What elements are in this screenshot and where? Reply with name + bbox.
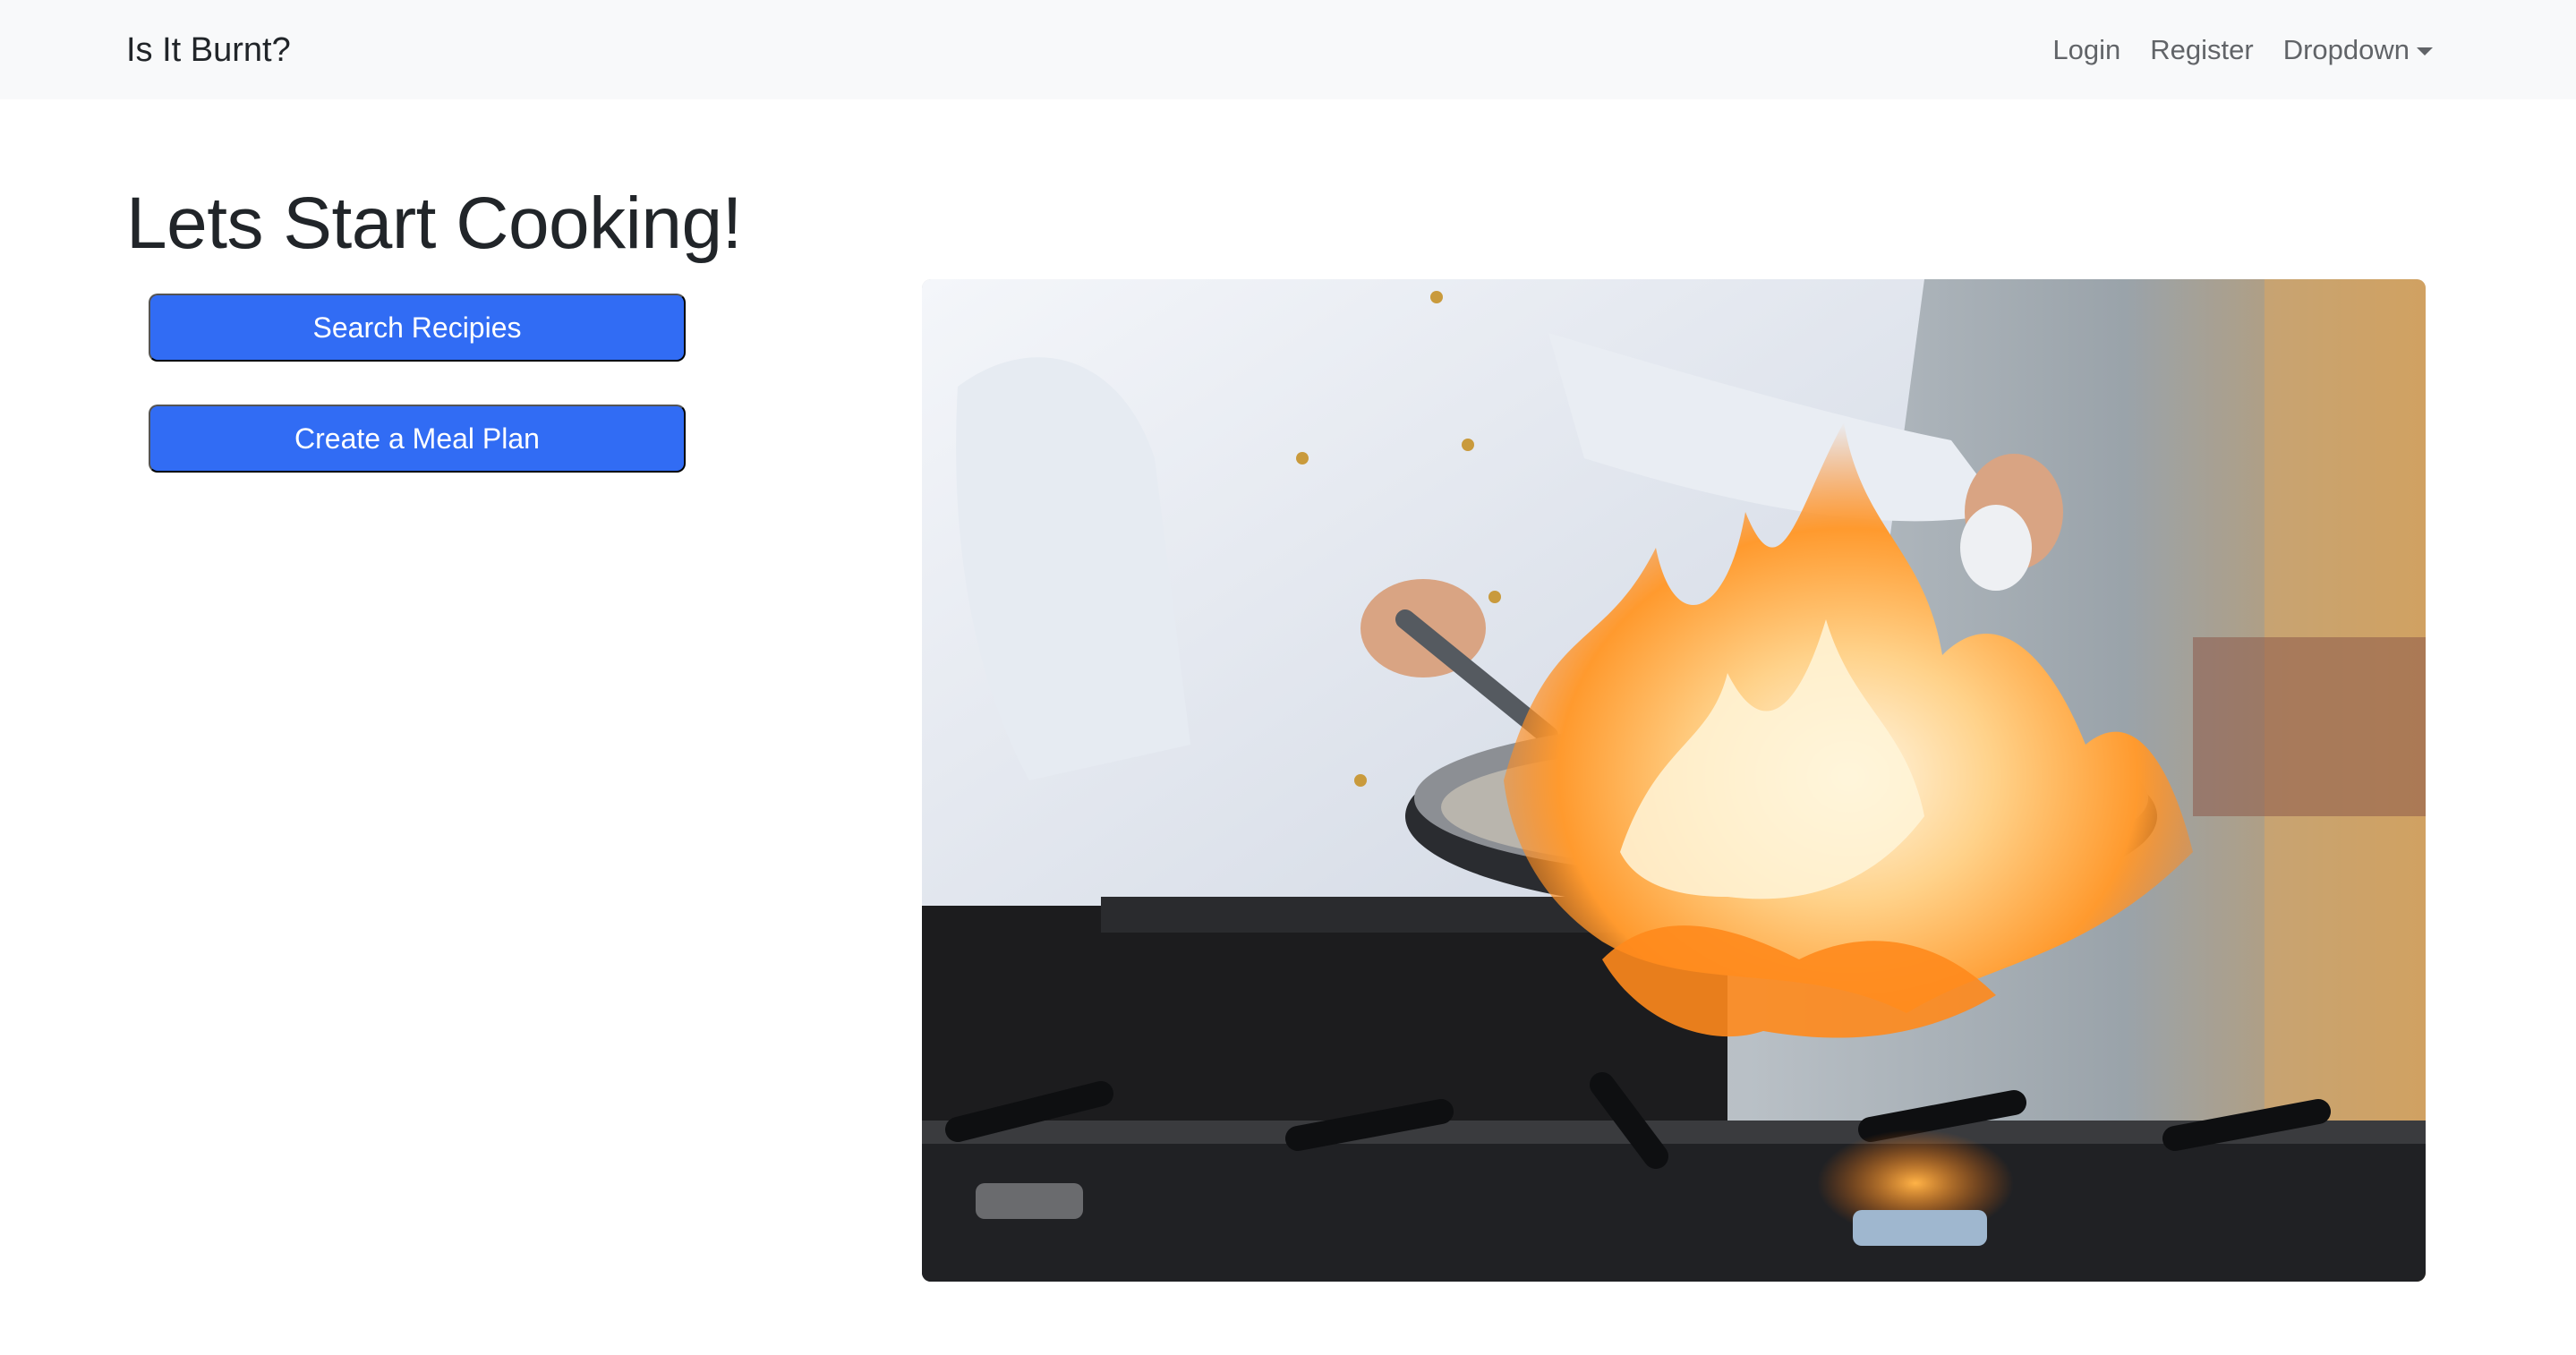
- nav-dropdown-toggle[interactable]: Dropdown: [2283, 27, 2433, 73]
- create-meal-plan-button[interactable]: Create a Meal Plan: [149, 405, 686, 473]
- search-recipes-button[interactable]: Search Recipies: [149, 294, 686, 362]
- caret-down-icon: [2417, 47, 2433, 55]
- nav-login-link[interactable]: Login: [2052, 27, 2120, 73]
- nav-register-link[interactable]: Register: [2150, 27, 2253, 73]
- nav-links: Login Register Dropdown: [2052, 27, 2433, 73]
- dropdown-label: Dropdown: [2282, 34, 2410, 65]
- page-title: Lets Start Cooking!: [126, 183, 742, 264]
- hero-image-chef-flambe: [922, 279, 2426, 1282]
- navbar: Is It Burnt? Login Register Dropdown: [0, 0, 2576, 99]
- brand-link[interactable]: Is It Burnt?: [126, 27, 291, 73]
